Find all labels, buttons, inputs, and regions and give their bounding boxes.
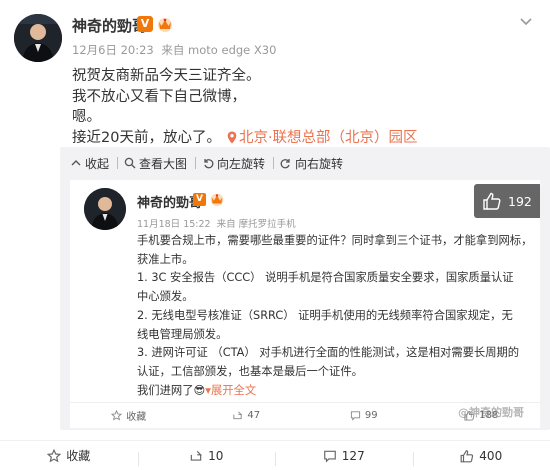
chevron-down-icon[interactable] bbox=[518, 13, 534, 29]
star-icon bbox=[47, 448, 62, 462]
screenshot-text: 手机要合规上市，需要哪些最重要的证件？同时拿到三个证书，才能拿到网标， 获准上市… bbox=[137, 232, 532, 400]
screenshot-repost-count: 47 bbox=[247, 410, 261, 421]
screenshot-comment: 99 bbox=[305, 410, 423, 421]
rotate-right-icon bbox=[280, 159, 290, 169]
repost-button[interactable]: 10 bbox=[137, 448, 276, 466]
like-overlay-count: 192 bbox=[508, 193, 532, 209]
screenshot-collect: 收藏 bbox=[70, 408, 188, 423]
screenshot-source: 来自 摩托罗拉手机 bbox=[216, 219, 296, 230]
collapse-label: 收起 bbox=[85, 156, 110, 171]
post-line: 我不放心又看下自己微博， bbox=[72, 88, 246, 105]
screenshot-avatar bbox=[84, 188, 126, 230]
expand-link: ▾展开全文 bbox=[205, 383, 257, 397]
thumbs-up-icon bbox=[460, 449, 474, 462]
location-text[interactable]: 北京·联想总部（北京）园区 bbox=[239, 130, 418, 146]
rotate-left-label: 向左旋转 bbox=[217, 156, 266, 171]
screenshot-line: 我们进网了😎 bbox=[137, 383, 206, 397]
weibo-post: 神奇的勁哥 V 12月6日 20:23 来自 moto edge X30 祝贺友… bbox=[0, 0, 550, 470]
comment-icon bbox=[323, 450, 336, 463]
screenshot-line: 认证，工信部颁发，也基本是最后一个证件。 bbox=[137, 364, 363, 378]
post-meta: 12月6日 20:23 来自 moto edge X30 bbox=[72, 42, 280, 58]
watermark: @神奇的勁哥 bbox=[458, 406, 524, 419]
screenshot-line: 中心颁发。 bbox=[137, 290, 194, 304]
expand-label: 展开全文 bbox=[210, 383, 257, 397]
comment-button[interactable]: 127 bbox=[275, 448, 413, 466]
comment-count: 127 bbox=[341, 448, 365, 463]
like-overlay-badge: 192 bbox=[474, 184, 540, 218]
post-line: 祝贺友商新品今天三证齐全。 bbox=[72, 68, 261, 84]
comment-icon bbox=[350, 411, 360, 421]
screenshot-line-last: 我们进网了😎▾展开全文 bbox=[137, 382, 532, 401]
screenshot-line: 获准上市。 bbox=[137, 252, 194, 266]
repost-count: 10 bbox=[208, 448, 224, 463]
verified-badge-icon: V bbox=[193, 193, 206, 206]
collapse-icon bbox=[71, 160, 81, 166]
rotate-left-icon bbox=[204, 159, 214, 169]
post-line: 接近20天前，放心了。 bbox=[72, 129, 221, 146]
post-line-last: 接近20天前，放心了。 北京·联想总部（北京）园区 bbox=[72, 128, 532, 149]
collect-button[interactable]: 收藏 bbox=[0, 447, 138, 464]
magnify-icon bbox=[124, 157, 136, 169]
like-button[interactable]: 400 bbox=[412, 448, 550, 466]
screenshot-line: 1. 3C 安全报告（CCC） 说明手机是符合国家质量安全要求，国家质量认证 bbox=[137, 271, 514, 285]
screenshot-time: 11月18日 15:22 bbox=[137, 219, 211, 230]
screenshot-line: 2. 无线电型号核准证（SRRC） 证明手机使用的无线频率符合国家规定，无 bbox=[137, 308, 513, 322]
post-time[interactable]: 12月6日 20:23 bbox=[72, 43, 154, 57]
verified-badge-icon: V bbox=[137, 16, 153, 32]
thumbs-up-icon bbox=[483, 192, 501, 210]
screenshot-line: 3. 进网许可证 （CTA） 对手机进行全面的性能测试，这是相对需要长周期的 bbox=[137, 346, 520, 360]
avatar[interactable] bbox=[14, 14, 62, 62]
collapse-button[interactable]: 收起 bbox=[70, 155, 109, 172]
screenshot-line: 手机要合规上市，需要哪些最重要的证件？同时拿到三个证书，才能拿到网标， bbox=[137, 234, 533, 247]
member-crown-icon bbox=[158, 18, 172, 32]
post-line: 嗯。 bbox=[72, 109, 101, 125]
star-icon bbox=[111, 410, 123, 421]
post-text: 祝贺友商新品今天三证齐全。 我不放心又看下自己微博， 嗯。 接近20天前，放心了… bbox=[72, 66, 532, 148]
location-pin-icon bbox=[227, 131, 237, 143]
author-name[interactable]: 神奇的勁哥 bbox=[72, 15, 147, 36]
member-crown-icon bbox=[210, 193, 224, 207]
screenshot-meta: 11月18日 15:22 来自 摩托罗拉手机 bbox=[137, 216, 299, 230]
screenshot-repost: 47 bbox=[188, 410, 306, 421]
like-count: 400 bbox=[479, 448, 503, 463]
collect-label: 收藏 bbox=[66, 449, 91, 463]
divider bbox=[117, 157, 119, 169]
image-viewer: 收起 查看大图 向左旋转 向右旋转 神奇的勁哥 V 11月18日 15:22 来… bbox=[60, 147, 550, 430]
divider bbox=[195, 157, 197, 169]
screenshot-line: 线电管理局颁发。 bbox=[137, 327, 228, 341]
view-large-button[interactable]: 查看大图 bbox=[124, 155, 187, 172]
rotate-right-label: 向右旋转 bbox=[295, 156, 344, 171]
rotate-right-button[interactable]: 向右旋转 bbox=[280, 155, 343, 172]
embedded-screenshot[interactable]: 神奇的勁哥 V 11月18日 15:22 来自 摩托罗拉手机 192 手机要合规… bbox=[70, 180, 540, 428]
screenshot-comment-count: 99 bbox=[364, 410, 378, 421]
rotate-left-button[interactable]: 向左旋转 bbox=[202, 155, 265, 172]
divider bbox=[273, 157, 275, 169]
screenshot-collect-label: 收藏 bbox=[126, 412, 147, 423]
repost-icon bbox=[233, 411, 243, 420]
view-large-label: 查看大图 bbox=[139, 156, 188, 171]
post-source: 来自 moto edge X30 bbox=[161, 43, 277, 57]
location-link[interactable]: 北京·联想总部（北京）园区 bbox=[221, 130, 418, 146]
repost-icon bbox=[190, 450, 203, 461]
viewer-toolbar: 收起 查看大图 向左旋转 向右旋转 bbox=[60, 147, 550, 179]
post-action-bar: 收藏 10 127 400 bbox=[0, 440, 550, 470]
